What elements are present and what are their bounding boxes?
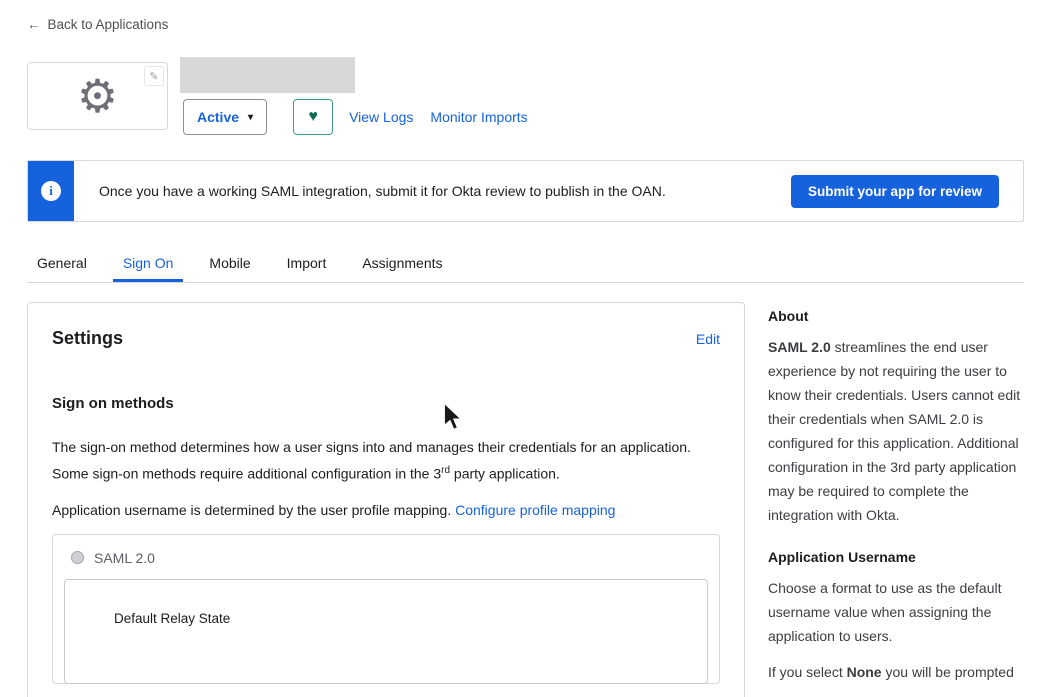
username-mapping-description: Application username is determined by th… <box>52 498 724 522</box>
chevron-down-icon: ▾ <box>248 112 253 123</box>
ordinal-superscript: rd <box>441 465 450 476</box>
saml-method-box: SAML 2.0 Default Relay State <box>52 534 720 684</box>
saml-radio-button[interactable] <box>71 551 84 564</box>
settings-title: Settings <box>52 328 123 349</box>
info-banner: i Once you have a working SAML integrati… <box>27 160 1024 222</box>
username-mapping-text: Application username is determined by th… <box>52 502 451 518</box>
none-pre-text: If you select <box>768 664 847 680</box>
edit-settings-link[interactable]: Edit <box>696 331 720 347</box>
app-status-label: Active <box>197 109 239 125</box>
about-text: streamlines the end user experience by n… <box>768 339 1020 523</box>
tab-import[interactable]: Import <box>277 246 337 282</box>
settings-card-header: Settings Edit <box>52 328 720 349</box>
app-status-dropdown[interactable]: Active ▾ <box>183 99 267 135</box>
okta-verified-button[interactable]: ♥ <box>293 99 333 135</box>
description-text-end: party application. <box>450 466 560 482</box>
back-link-label: Back to Applications <box>48 17 169 32</box>
none-option-paragraph: If you select None you will be prompted <box>768 660 1026 684</box>
info-icon: i <box>41 181 61 201</box>
saml-radio-row: SAML 2.0 <box>64 550 708 566</box>
sign-on-methods-description: The sign-on method determines how a user… <box>52 435 724 486</box>
default-relay-state-label: Default Relay State <box>114 611 230 626</box>
saml-radio-label: SAML 2.0 <box>94 550 155 566</box>
tab-general[interactable]: General <box>27 246 97 282</box>
tab-assignments[interactable]: Assignments <box>352 246 452 282</box>
back-to-applications-link[interactable]: ← Back to Applications <box>27 17 168 32</box>
app-actions: Active ▾ ♥ View Logs Monitor Imports <box>183 99 545 135</box>
tab-bar: General Sign On Mobile Import Assignment… <box>27 246 1024 283</box>
none-bold: None <box>847 664 882 680</box>
app-logo-box: ⚙ ✎ <box>27 62 168 130</box>
gear-icon: ⚙ <box>77 73 118 119</box>
description-text: The sign-on method determines how a user… <box>52 439 691 482</box>
settings-card: Settings Edit Sign on methods The sign-o… <box>27 302 745 697</box>
pencil-icon: ✎ <box>149 70 158 83</box>
none-post-text: you will be prompted <box>882 664 1014 680</box>
application-username-title: Application Username <box>768 549 1026 565</box>
about-bold-lead: SAML 2.0 <box>768 339 831 355</box>
about-paragraph: SAML 2.0 streamlines the end user experi… <box>768 335 1026 527</box>
configure-profile-mapping-link[interactable]: Configure profile mapping <box>455 502 615 518</box>
about-sidebar: About SAML 2.0 streamlines the end user … <box>768 302 1026 684</box>
heart-icon: ♥ <box>308 108 318 126</box>
okta-app-sign-on-page: ← Back to Applications ⚙ ✎ Active ▾ ♥ Vi… <box>0 0 1039 697</box>
saml-settings-panel: Default Relay State <box>64 579 708 684</box>
monitor-imports-link[interactable]: Monitor Imports <box>430 109 527 125</box>
info-icon-block: i <box>28 161 74 221</box>
application-username-paragraph: Choose a format to use as the default us… <box>768 576 1026 648</box>
app-name-redacted <box>180 57 355 93</box>
sign-on-methods-title: Sign on methods <box>52 395 720 412</box>
back-arrow-icon: ← <box>27 17 41 32</box>
banner-message: Once you have a working SAML integration… <box>99 183 791 199</box>
about-title: About <box>768 308 1026 324</box>
tab-sign-on[interactable]: Sign On <box>113 246 184 282</box>
submit-app-for-review-button[interactable]: Submit your app for review <box>791 175 999 208</box>
tab-mobile[interactable]: Mobile <box>199 246 260 282</box>
view-logs-link[interactable]: View Logs <box>349 109 413 125</box>
edit-logo-button[interactable]: ✎ <box>144 66 164 86</box>
